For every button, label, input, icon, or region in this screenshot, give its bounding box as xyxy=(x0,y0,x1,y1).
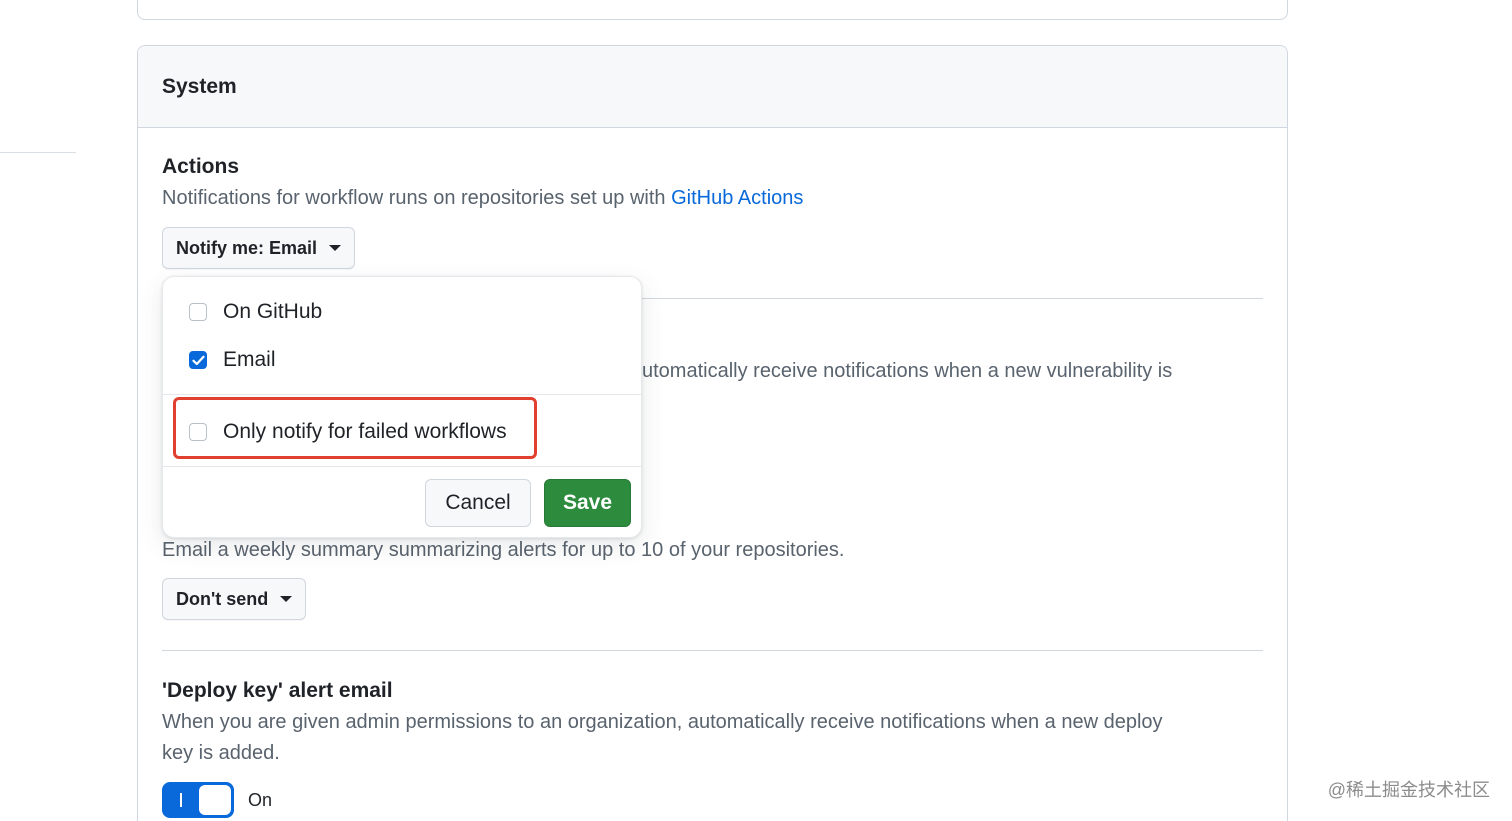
checkbox-unchecked-icon[interactable] xyxy=(189,303,207,321)
caret-down-icon xyxy=(280,596,293,602)
weekly-digest-description: Email a weekly summary summarizing alert… xyxy=(162,539,845,561)
option-on-github[interactable]: On GitHub xyxy=(189,300,322,324)
deploy-key-title: 'Deploy key' alert email xyxy=(162,679,393,702)
save-button[interactable]: Save xyxy=(544,479,631,527)
actions-description: Notifications for workflow runs on repos… xyxy=(162,183,803,214)
deploy-key-description-line1: When you are given admin permissions to … xyxy=(162,711,1163,733)
checkbox-checked-icon[interactable] xyxy=(189,351,207,369)
watermark: @稀土掘金技术社区 xyxy=(1327,780,1490,800)
option-on-github-label: On GitHub xyxy=(223,300,323,323)
github-actions-link[interactable]: GitHub Actions xyxy=(671,187,803,209)
previous-settings-box xyxy=(137,0,1288,20)
sidebar-divider xyxy=(0,152,76,153)
annotation-highlight-box xyxy=(173,397,537,459)
caret-down-icon xyxy=(329,245,342,251)
vulnerability-description: utomatically receive notifications when … xyxy=(642,360,1173,382)
notify-me-menu: On GitHub Email Only notify for failed w… xyxy=(162,276,642,538)
toggle-knob xyxy=(199,785,231,815)
notify-me-dropdown-button[interactable]: Notify me: Email xyxy=(162,227,356,269)
option-email-label: Email xyxy=(223,348,276,371)
menu-divider xyxy=(163,394,641,395)
deploy-key-description-line2: key is added. xyxy=(162,742,280,764)
system-box-title: System xyxy=(162,75,237,98)
section-divider xyxy=(162,650,1263,651)
checkmark-icon xyxy=(191,355,205,365)
cancel-button[interactable]: Cancel xyxy=(425,479,531,527)
notification-settings-page: System Actions Notifications for workflo… xyxy=(0,0,1512,821)
system-box-header: System xyxy=(138,46,1287,128)
actions-description-text: Notifications for workflow runs on repos… xyxy=(162,187,672,209)
menu-divider xyxy=(163,466,641,467)
weekly-digest-dropdown-button[interactable]: Don't send xyxy=(162,578,307,620)
actions-title: Actions xyxy=(162,155,240,178)
deploy-key-description: When you are given admin permissions to … xyxy=(162,707,1163,769)
deploy-key-toggle[interactable] xyxy=(162,782,234,818)
deploy-key-toggle-label: On xyxy=(248,790,273,810)
option-email[interactable]: Email xyxy=(189,348,276,372)
toggle-on-icon xyxy=(180,793,182,807)
weekly-digest-label: Don't send xyxy=(176,588,269,609)
notify-me-label: Notify me: Email xyxy=(176,237,318,258)
